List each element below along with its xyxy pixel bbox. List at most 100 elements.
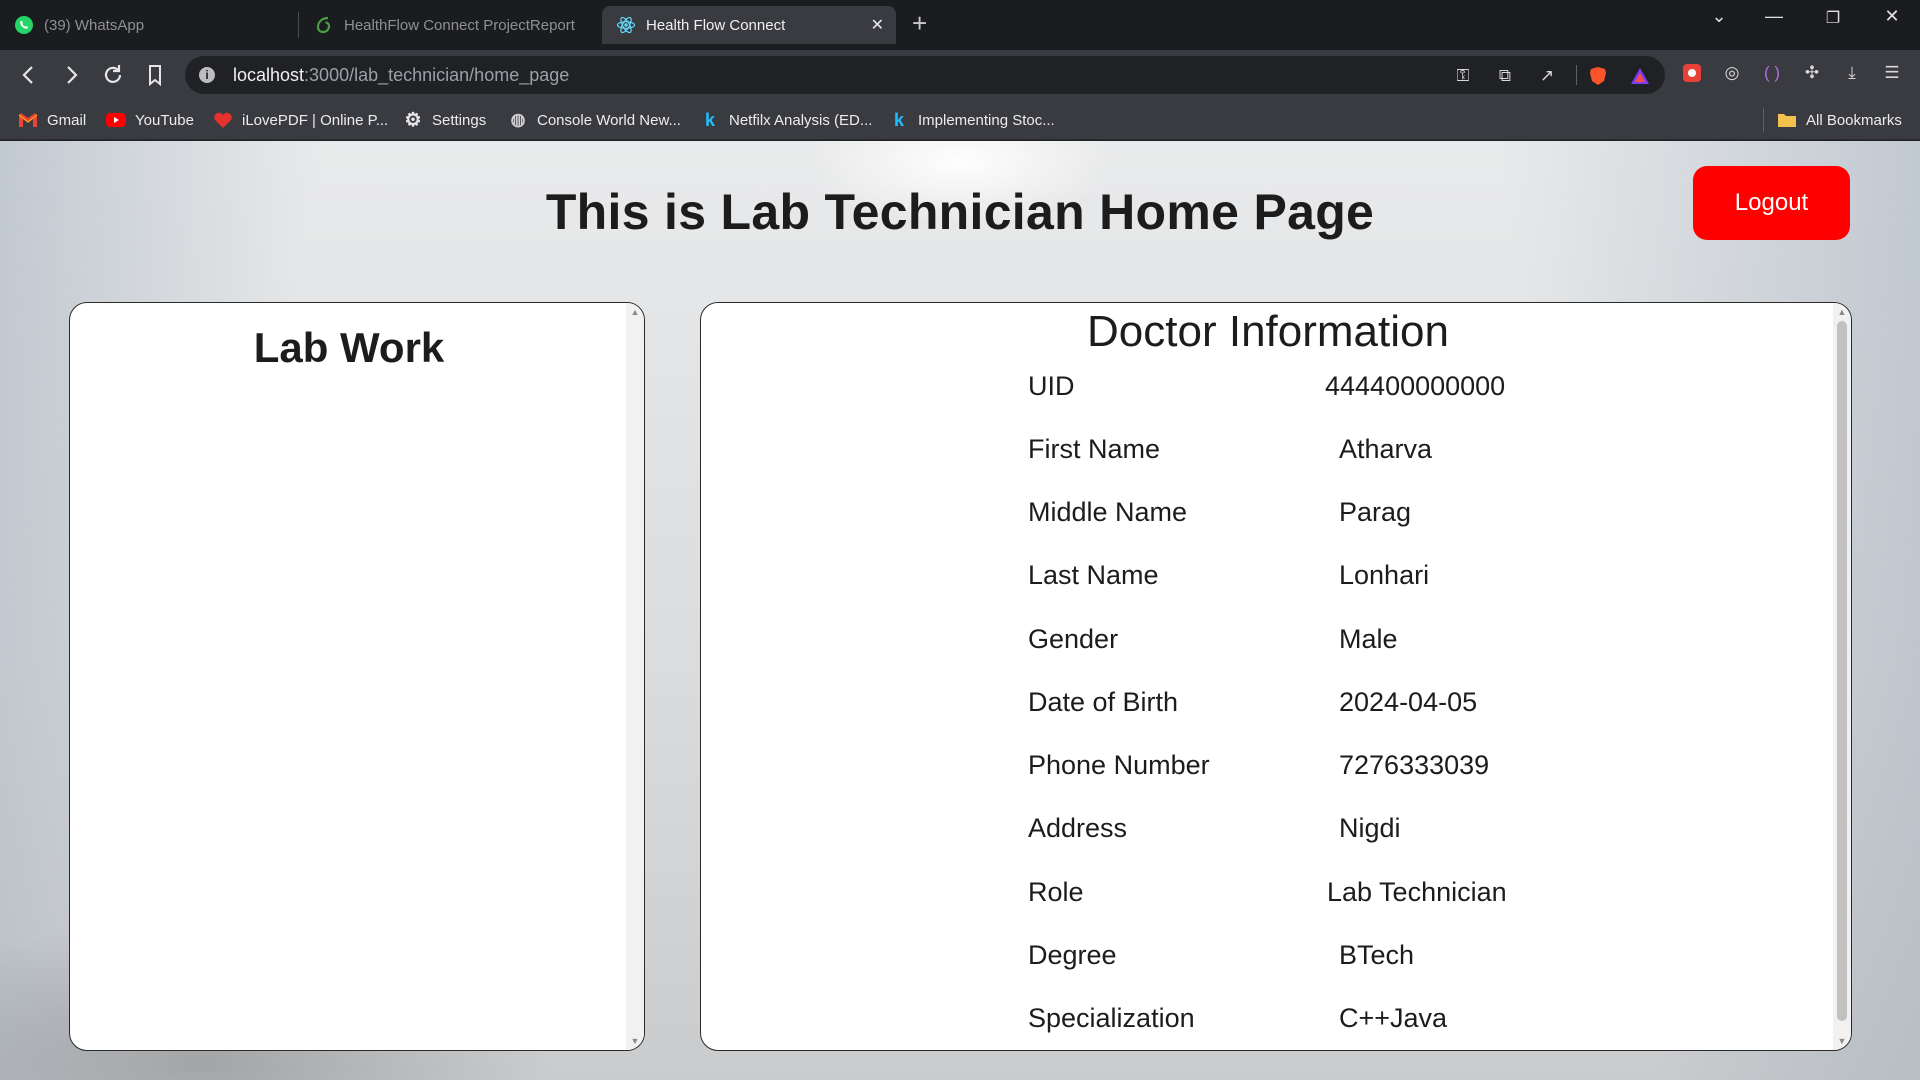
url-path: :3000/lab_technician/home_page xyxy=(304,65,570,85)
info-row-date-of-birth: Date of Birth 2024-04-05 xyxy=(1028,687,1728,727)
tab-title: HealthFlow Connect ProjectReport - xyxy=(344,16,576,34)
tab-search-chevron-icon[interactable]: ⌄ xyxy=(1699,6,1739,27)
bookmark-ilovepdf[interactable]: iLovePDF | Online P... xyxy=(213,109,388,131)
arrow-right-icon xyxy=(67,66,78,84)
info-label: First Name xyxy=(1028,434,1161,464)
back-button[interactable] xyxy=(16,62,42,88)
info-label: Specialization xyxy=(1028,1003,1195,1033)
bookmark-icon xyxy=(149,65,161,87)
lab-work-scrollbar[interactable]: ▲ ▼ xyxy=(626,303,644,1050)
info-value: C++Java xyxy=(1339,1003,1448,1033)
info-value: Male xyxy=(1339,624,1398,654)
info-value: Nigdi xyxy=(1339,813,1401,843)
info-value: 444400000000 xyxy=(1325,371,1506,401)
tab-separator xyxy=(298,12,299,38)
info-label: Last Name xyxy=(1028,560,1159,590)
omnibox-divider xyxy=(1576,65,1577,85)
scroll-down-arrow-icon[interactable]: ▼ xyxy=(626,1034,644,1048)
info-value: Lonhari xyxy=(1339,560,1430,590)
minimize-button[interactable]: — xyxy=(1754,6,1794,27)
share-icon[interactable]: ↗ xyxy=(1536,65,1558,87)
kaggle-icon: k xyxy=(704,109,715,130)
globe-icon: ◍ xyxy=(510,110,526,129)
site-info-icon[interactable]: i xyxy=(199,67,215,83)
info-label: Middle Name xyxy=(1028,497,1188,527)
tab-whatsapp[interactable]: (39) WhatsApp xyxy=(0,6,298,44)
scrollbar-thumb[interactable] xyxy=(1837,321,1847,1021)
new-tab-button[interactable]: + xyxy=(912,10,927,36)
target-extension-icon[interactable]: ◎ xyxy=(1721,62,1743,84)
reload-button[interactable] xyxy=(100,62,126,88)
download-icon[interactable]: ⤓ xyxy=(1841,62,1863,84)
url-text[interactable]: localhost:3000/lab_technician/home_page xyxy=(233,65,569,86)
info-row-specialization: Specialization C++Java xyxy=(1028,1003,1728,1043)
bookmark-console-world[interactable]: ◍ Console World New... xyxy=(508,109,681,131)
restore-button[interactable]: ❐ xyxy=(1813,8,1853,28)
brackets-extension-icon[interactable]: ( ) xyxy=(1761,62,1783,84)
whatsapp-icon xyxy=(14,15,34,35)
bookmark-label: Settings xyxy=(432,111,487,129)
url-host: localhost xyxy=(233,65,305,85)
info-row-middle-name: Middle Name Parag xyxy=(1028,497,1728,537)
gear-icon: ⚙ xyxy=(404,109,422,131)
bookmark-label: Netfilx Analysis (ED... xyxy=(729,111,873,129)
info-row-address: Address Nigdi xyxy=(1028,813,1728,853)
info-row-phone-number: Phone Number 7276333039 xyxy=(1028,750,1728,790)
install-app-icon[interactable]: ⧉ xyxy=(1494,65,1516,87)
lab-work-heading: Lab Work xyxy=(253,324,445,371)
key-icon[interactable]: ⚿ xyxy=(1452,65,1474,87)
tab-title: (39) WhatsApp xyxy=(44,16,145,34)
info-row-degree: Degree BTech xyxy=(1028,940,1728,980)
browser-toolbar: i localhost:3000/lab_technician/home_pag… xyxy=(0,50,1920,100)
tab-project-report[interactable]: HealthFlow Connect ProjectReport - xyxy=(300,6,590,44)
doctor-information-scrollbar[interactable]: ▲ ▼ xyxy=(1833,303,1851,1050)
doctor-information-heading: Doctor Information xyxy=(1087,307,1449,356)
info-value: Atharva xyxy=(1339,434,1433,464)
info-value: Lab Technician xyxy=(1327,877,1507,907)
brave-rewards-icon[interactable] xyxy=(1629,65,1651,87)
all-bookmarks-label: All Bookmarks xyxy=(1806,111,1902,129)
bookmarks-divider xyxy=(1763,108,1764,132)
brave-shields-icon[interactable] xyxy=(1587,65,1609,87)
page-viewport: This is Lab Technician Home Page Logout … xyxy=(0,141,1920,1080)
react-icon xyxy=(616,15,636,35)
info-label: Date of Birth xyxy=(1028,687,1179,717)
scroll-down-arrow-icon[interactable]: ▼ xyxy=(1833,1034,1851,1048)
address-bar[interactable]: i localhost:3000/lab_technician/home_pag… xyxy=(185,56,1665,94)
info-value: 7276333039 xyxy=(1339,750,1490,780)
all-bookmarks-button[interactable]: All Bookmarks xyxy=(1777,109,1902,131)
extension-red-icon[interactable] xyxy=(1681,62,1703,84)
bookmark-gmail[interactable]: Gmail xyxy=(18,109,86,131)
bookmark-youtube[interactable]: YouTube xyxy=(106,109,194,131)
close-tab-icon[interactable]: ✕ xyxy=(871,15,884,35)
bookmark-implementing-stoc[interactable]: k Implementing Stoc... xyxy=(889,109,1055,131)
info-row-role: Role Lab Technician xyxy=(1028,877,1728,917)
scroll-up-arrow-icon[interactable]: ▲ xyxy=(1833,305,1851,319)
info-row-uid: UID 444400000000 xyxy=(1028,371,1728,411)
menu-icon[interactable]: ☰ xyxy=(1881,62,1903,84)
scroll-up-arrow-icon[interactable]: ▲ xyxy=(626,305,644,319)
doctor-information-panel[interactable]: Doctor Information UID 444400000000 Firs… xyxy=(700,302,1852,1051)
tab-strip: (39) WhatsApp HealthFlow Connect Project… xyxy=(0,0,1920,50)
lab-work-panel[interactable]: Lab Work ▲ ▼ xyxy=(69,302,645,1051)
reload-icon xyxy=(104,65,122,83)
close-window-button[interactable]: ✕ xyxy=(1872,6,1912,27)
info-row-last-name: Last Name Lonhari xyxy=(1028,560,1728,600)
logout-button[interactable]: Logout xyxy=(1693,166,1850,240)
puzzle-extensions-icon[interactable]: ✣ xyxy=(1801,62,1823,84)
overleaf-icon xyxy=(314,15,334,35)
info-value: BTech xyxy=(1339,940,1415,970)
info-label: Phone Number xyxy=(1028,750,1210,780)
ilovepdf-icon xyxy=(213,110,233,130)
bookmark-label: Gmail xyxy=(47,111,87,129)
info-label: Degree xyxy=(1028,940,1117,970)
bookmark-settings[interactable]: ⚙ Settings xyxy=(403,109,486,131)
tab-health-flow-connect[interactable]: Health Flow Connect ✕ xyxy=(602,6,896,44)
forward-button[interactable] xyxy=(58,62,84,88)
bookmark-label: Implementing Stoc... xyxy=(918,111,1055,129)
gmail-icon xyxy=(18,110,38,130)
info-row-first-name: First Name Atharva xyxy=(1028,434,1728,474)
bookmark-netflix-analysis[interactable]: k Netfilx Analysis (ED... xyxy=(700,109,872,131)
bookmark-page-button[interactable] xyxy=(142,62,168,88)
kaggle-icon: k xyxy=(893,109,904,130)
